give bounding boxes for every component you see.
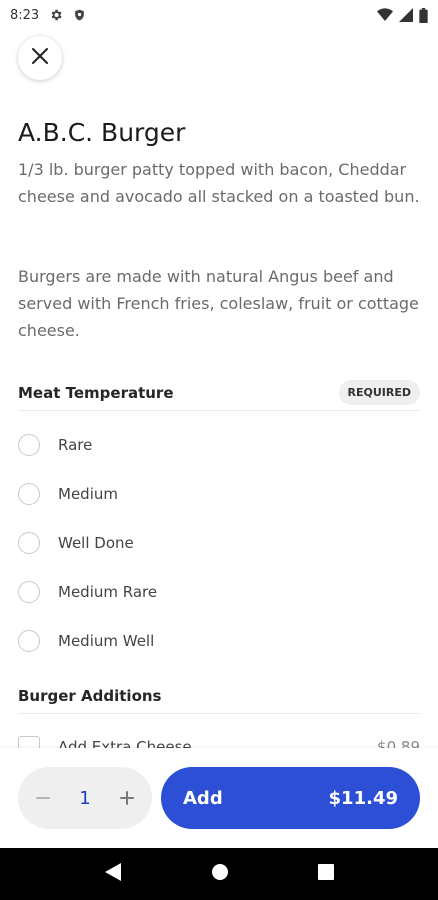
item-title: A.B.C. Burger (18, 118, 186, 147)
quantity-value: 1 (79, 787, 91, 809)
add-to-cart-bar: 1 Add $11.49 (0, 748, 438, 848)
minus-icon[interactable] (32, 787, 54, 809)
home-icon[interactable] (211, 863, 229, 886)
option-label: Rare (58, 436, 93, 454)
quantity-stepper: 1 (18, 767, 152, 829)
option-label: Medium (58, 485, 118, 503)
close-button[interactable] (18, 36, 62, 80)
option-add-extra-cheese[interactable]: Add Extra Cheese $0.89 (18, 727, 420, 748)
radio-button[interactable] (18, 483, 40, 505)
item-description: 1/3 lb. burger patty topped with bacon, … (18, 160, 420, 206)
status-time: 8:23 (10, 7, 40, 23)
option-label: Add Extra Cheese (58, 738, 192, 748)
radio-button[interactable] (18, 434, 40, 456)
signal-icon (399, 8, 413, 22)
required-badge: REQUIRED (338, 380, 420, 405)
shield-icon (73, 8, 86, 22)
option-label: Medium Well (58, 632, 155, 650)
status-bar: 8:23 (0, 0, 438, 30)
meat-temperature-header: Meat Temperature REQUIRED (18, 375, 420, 411)
add-price: $11.49 (328, 787, 398, 809)
section-title: Meat Temperature (18, 383, 174, 402)
plus-icon[interactable] (116, 787, 138, 809)
recents-icon[interactable] (317, 863, 334, 885)
burger-additions-header: Burger Additions (18, 678, 420, 714)
add-label: Add (183, 787, 223, 809)
option-medium-well[interactable]: Medium Well (18, 621, 420, 661)
wifi-icon (377, 8, 393, 22)
option-rare[interactable]: Rare (18, 425, 420, 465)
gear-icon (49, 8, 63, 22)
option-medium[interactable]: Medium (18, 474, 420, 514)
radio-button[interactable] (18, 532, 40, 554)
back-icon[interactable] (104, 862, 122, 887)
item-note: Burgers are made with natural Angus beef… (18, 267, 419, 340)
section-title: Burger Additions (18, 686, 162, 705)
add-to-cart-button[interactable]: Add $11.49 (161, 767, 420, 829)
item-detail-content[interactable]: A.B.C. Burger 1/3 lb. burger patty toppe… (0, 112, 438, 748)
navigation-bar (0, 848, 438, 900)
option-well-done[interactable]: Well Done (18, 523, 420, 563)
option-label: Well Done (58, 534, 134, 552)
radio-button[interactable] (18, 581, 40, 603)
close-icon (31, 47, 49, 70)
option-label: Medium Rare (58, 583, 158, 601)
checkbox[interactable] (18, 736, 40, 748)
option-price: $0.89 (377, 738, 420, 748)
option-medium-rare[interactable]: Medium Rare (18, 572, 420, 612)
battery-icon (419, 7, 428, 23)
radio-button[interactable] (18, 630, 40, 652)
